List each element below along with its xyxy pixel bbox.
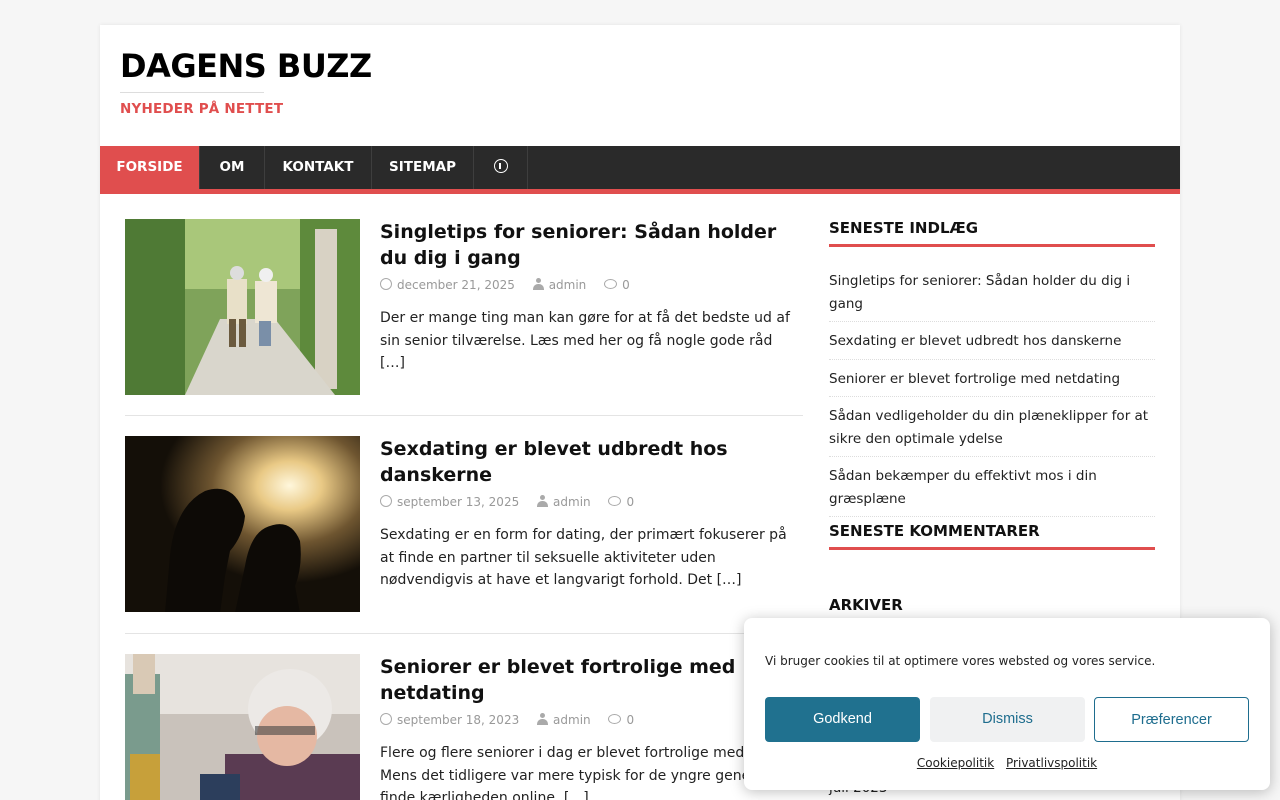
post-item: Singletips for seniorer: Sådan holder du… xyxy=(125,219,803,395)
read-more-link[interactable]: […] xyxy=(564,790,589,800)
read-more-link[interactable]: […] xyxy=(380,355,405,371)
site-title[interactable]: DAGENS BUZZ xyxy=(120,47,372,85)
clock-icon xyxy=(380,495,392,507)
recent-post-link[interactable]: Singletips for seniorer: Sådan holder du… xyxy=(829,267,1155,322)
recent-posts-list: Singletips for seniorer: Sådan holder du… xyxy=(829,267,1155,522)
nav-item-kontakt[interactable]: KONTAKT xyxy=(265,146,372,189)
tagline-divider xyxy=(120,92,264,93)
widget-title-recent-comments: SENESTE KOMMENTARER xyxy=(829,522,1155,550)
comment-icon xyxy=(608,714,622,724)
main-nav: FORSIDE OM KONTAKT SITEMAP xyxy=(100,146,1180,194)
post-divider xyxy=(125,415,803,416)
cookie-preferences-button[interactable]: Præferencer xyxy=(1094,697,1249,742)
post-item: Seniorer er blevet fortrolige med netdat… xyxy=(125,654,803,800)
recent-post-link[interactable]: Sådan vedligeholder du din plæneklipper … xyxy=(829,402,1155,457)
clock-icon xyxy=(380,713,392,725)
post-meta: september 13, 2025 admin 0 xyxy=(380,495,648,509)
post-meta: september 18, 2023 admin 0 xyxy=(380,713,648,727)
privacy-policy-link[interactable]: Privatlivspolitik xyxy=(1006,756,1097,770)
post-author[interactable]: admin xyxy=(549,278,587,292)
info-circle-icon xyxy=(493,159,508,173)
post-comment-count[interactable]: 0 xyxy=(626,495,634,509)
post-excerpt: Der er mange ting man kan gøre for at få… xyxy=(380,310,790,371)
widget-title-recent-posts: SENESTE INDLÆG xyxy=(829,219,1155,247)
nav-item-om[interactable]: OM xyxy=(200,146,265,189)
post-thumbnail[interactable] xyxy=(125,219,360,395)
user-icon xyxy=(537,713,549,725)
post-author[interactable]: admin xyxy=(553,713,591,727)
comment-icon xyxy=(604,279,618,289)
cookie-banner: Vi bruger cookies til at optimere vores … xyxy=(744,618,1270,790)
post-date: december 21, 2025 xyxy=(397,278,515,292)
user-icon xyxy=(532,278,544,290)
post-comment-count[interactable]: 0 xyxy=(626,713,634,727)
post-title[interactable]: Sexdating er blevet udbredt hos danskern… xyxy=(380,436,800,488)
cookie-message: Vi bruger cookies til at optimere vores … xyxy=(765,654,1156,668)
cookie-accept-button[interactable]: Godkend xyxy=(765,697,920,742)
nav-item-info[interactable] xyxy=(474,146,528,189)
comment-icon xyxy=(608,496,622,506)
post-date: september 18, 2023 xyxy=(397,713,520,727)
post-excerpt: Sexdating er en form for dating, der pri… xyxy=(380,527,787,588)
nav-item-forside[interactable]: FORSIDE xyxy=(100,146,200,189)
nav-item-sitemap[interactable]: SITEMAP xyxy=(372,146,474,189)
recent-post-link[interactable]: Sexdating er blevet udbredt hos danskern… xyxy=(829,327,1155,360)
cookie-links: Cookiepolitik Privatlivspolitik xyxy=(744,756,1270,770)
read-more-link[interactable]: […] xyxy=(717,572,742,588)
post-date: september 13, 2025 xyxy=(397,495,520,509)
post-thumbnail[interactable] xyxy=(125,654,360,800)
post-item: Sexdating er blevet udbredt hos danskern… xyxy=(125,436,803,613)
site-tagline: NYHEDER PÅ NETTET xyxy=(120,101,284,117)
recent-post-link[interactable]: Seniorer er blevet fortrolige med netdat… xyxy=(829,365,1155,397)
post-meta: december 21, 2025 admin 0 xyxy=(380,278,644,292)
cookie-policy-link[interactable]: Cookiepolitik xyxy=(917,756,994,770)
post-excerpt: Flere og flere seniorer i dag er blevet … xyxy=(380,742,800,800)
post-title[interactable]: Singletips for seniorer: Sådan holder du… xyxy=(380,219,800,271)
user-icon xyxy=(537,495,549,507)
post-author[interactable]: admin xyxy=(553,495,591,509)
recent-post-link[interactable]: Sådan bekæmper du effektivt mos i din gr… xyxy=(829,462,1155,517)
post-comment-count[interactable]: 0 xyxy=(622,278,630,292)
cookie-dismiss-button[interactable]: Dismiss xyxy=(930,697,1085,742)
post-divider xyxy=(125,633,803,634)
post-title[interactable]: Seniorer er blevet fortrolige med netdat… xyxy=(380,654,800,706)
clock-icon xyxy=(380,278,392,290)
post-thumbnail[interactable] xyxy=(125,436,360,612)
